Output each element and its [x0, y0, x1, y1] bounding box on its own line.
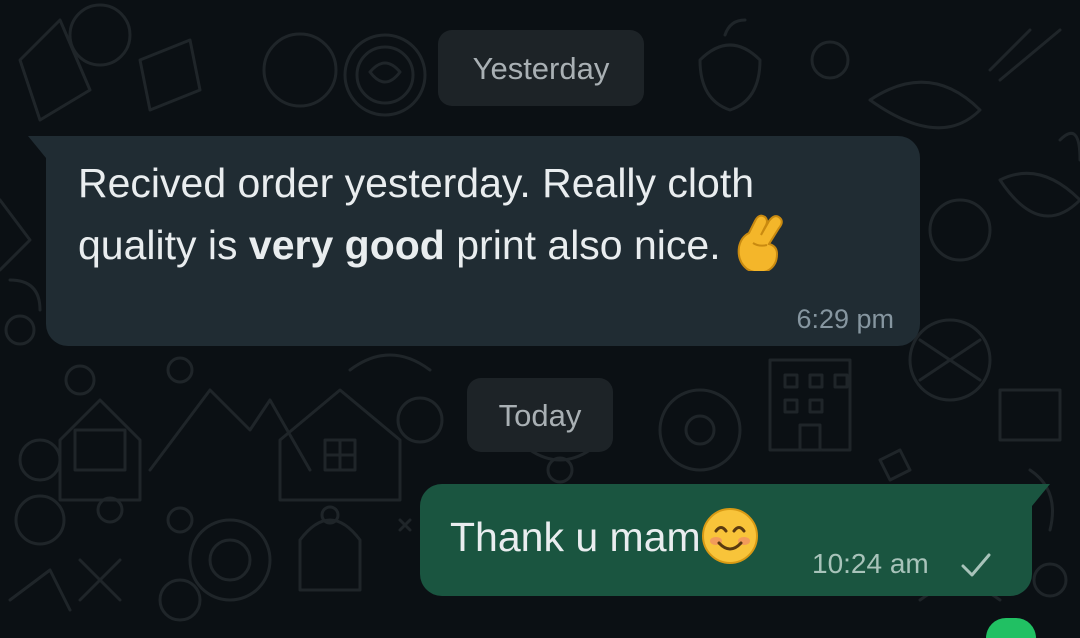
message-text-part: print also nice.	[444, 222, 721, 268]
message-text: Recived order yesterday. Really cloth qu…	[78, 152, 868, 277]
message-text-bold: very good	[248, 222, 445, 268]
message-text-part: Thank u mam	[450, 514, 701, 560]
outgoing-message-bubble[interactable]: Thank u mam 10:24 am	[420, 484, 1050, 596]
date-separator-yesterday: Yesterday	[438, 30, 644, 106]
crossed-fingers-emoji-icon	[737, 214, 783, 272]
message-timestamp: 6:29 pm	[796, 304, 894, 334]
sent-check-icon	[961, 553, 991, 577]
message-text: Thank u mam	[450, 506, 759, 569]
bubble-tail	[28, 136, 46, 158]
message-timestamp: 10:24 am	[812, 548, 929, 579]
incoming-message-bubble[interactable]: Recived order yesterday. Really cloth qu…	[28, 136, 920, 346]
bubble-tail	[1032, 484, 1050, 506]
date-separator-today: Today	[467, 378, 613, 452]
smiling-face-emoji-icon	[701, 508, 758, 565]
